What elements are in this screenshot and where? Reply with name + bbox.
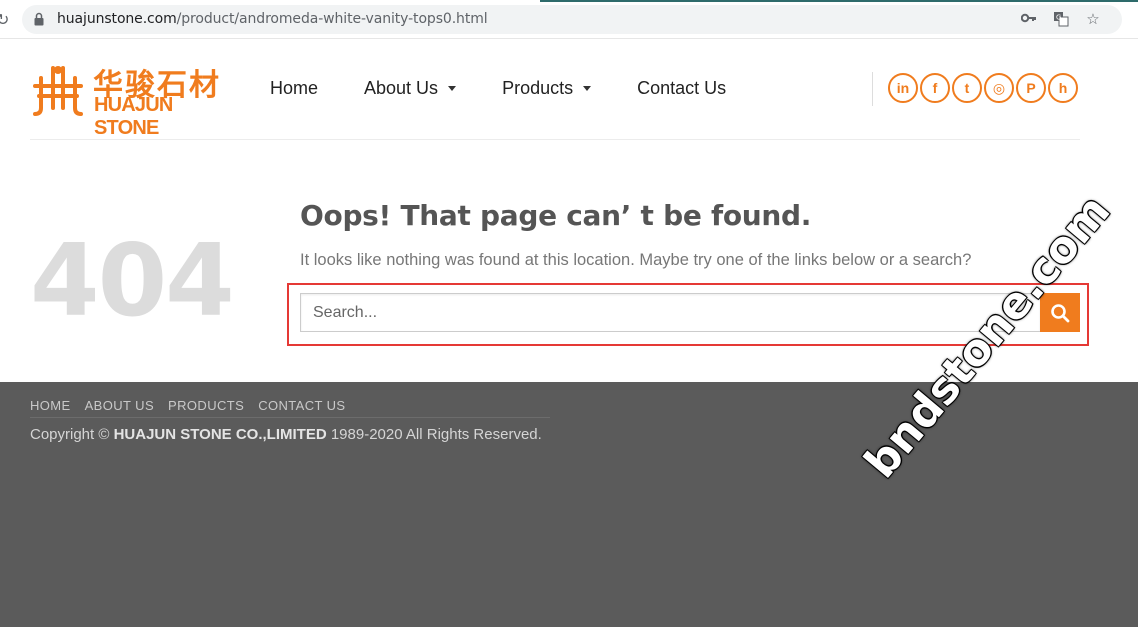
nav-divider (872, 72, 873, 106)
nav-label: About Us (364, 78, 439, 98)
copyright: Copyright © HUAJUN STONE CO.,LIMITED 198… (30, 426, 542, 443)
caret-down-icon (583, 86, 592, 91)
nav-label: Home (270, 78, 319, 98)
key-icon[interactable] (1020, 11, 1038, 29)
header-divider (30, 139, 1080, 140)
nav-label: Products (502, 78, 574, 98)
url-text[interactable]: huajunstone.com/product/andromeda-white-… (57, 11, 488, 27)
logo-mark-icon (33, 66, 83, 116)
nav-item-about-us[interactable]: About Us (364, 78, 457, 99)
error-message: It looks like nothing was found at this … (300, 251, 972, 269)
footer-nav: HOME ABOUT US PRODUCTS CONTACT US (30, 398, 346, 413)
url-host: huajunstone.com (57, 11, 177, 27)
error-code: 404 (30, 222, 235, 339)
pinterest-icon[interactable]: P (1016, 73, 1046, 103)
tab-strip-edge (540, 0, 1138, 2)
search-input[interactable] (300, 293, 1040, 332)
instagram-icon[interactable]: ◎ (984, 73, 1014, 103)
nav-item-products[interactable]: Products (502, 78, 592, 99)
footer-divider (30, 417, 550, 418)
social-links: in f t ◎ P h (888, 73, 1078, 103)
copyright-suffix: 1989-2020 All Rights Reserved. (326, 426, 542, 443)
caret-down-icon (448, 86, 457, 91)
footer-link-about-us[interactable]: ABOUT US (85, 398, 154, 413)
houzz-icon[interactable]: h (1048, 73, 1078, 103)
linkedin-icon[interactable]: in (888, 73, 918, 103)
site-footer: HOME ABOUT US PRODUCTS CONTACT US Copyri… (0, 382, 1138, 627)
browser-toolbar: ↻ huajunstone.com/product/andromeda-whit… (0, 0, 1138, 39)
footer-link-contact-us[interactable]: CONTACT US (258, 398, 345, 413)
lock-icon[interactable] (34, 12, 44, 26)
reload-icon[interactable]: ↻ (0, 10, 9, 30)
star-icon[interactable]: ☆ (1084, 11, 1102, 29)
site-header: 华骏石材 HUAJUN STONE Home About Us Products… (0, 40, 1138, 140)
error-title: Oops! That page can’ t be found. (300, 199, 812, 232)
footer-link-home[interactable]: HOME (30, 398, 71, 413)
logo[interactable]: 华骏石材 HUAJUN STONE (33, 62, 233, 139)
nav-label: Contact Us (637, 78, 727, 98)
logo-english-text: HUAJUN STONE (94, 94, 173, 139)
nav-item-home[interactable]: Home (270, 78, 318, 99)
main-nav: Home About Us Products Contact Us (270, 78, 772, 99)
url-path: /product/andromeda-white-vanity-tops0.ht… (176, 11, 488, 27)
nav-item-contact-us[interactable]: Contact Us (637, 78, 726, 99)
svg-text:G: G (1056, 14, 1061, 22)
search-icon (1051, 303, 1070, 322)
footer-link-products[interactable]: PRODUCTS (168, 398, 244, 413)
facebook-icon[interactable]: f (920, 73, 950, 103)
translate-icon[interactable]: G (1052, 11, 1070, 29)
twitter-icon[interactable]: t (952, 73, 982, 103)
copyright-prefix: Copyright © (30, 426, 114, 443)
company-name: HUAJUN STONE CO.,LIMITED (113, 426, 327, 443)
address-bar[interactable]: huajunstone.com/product/andromeda-white-… (22, 5, 1122, 34)
